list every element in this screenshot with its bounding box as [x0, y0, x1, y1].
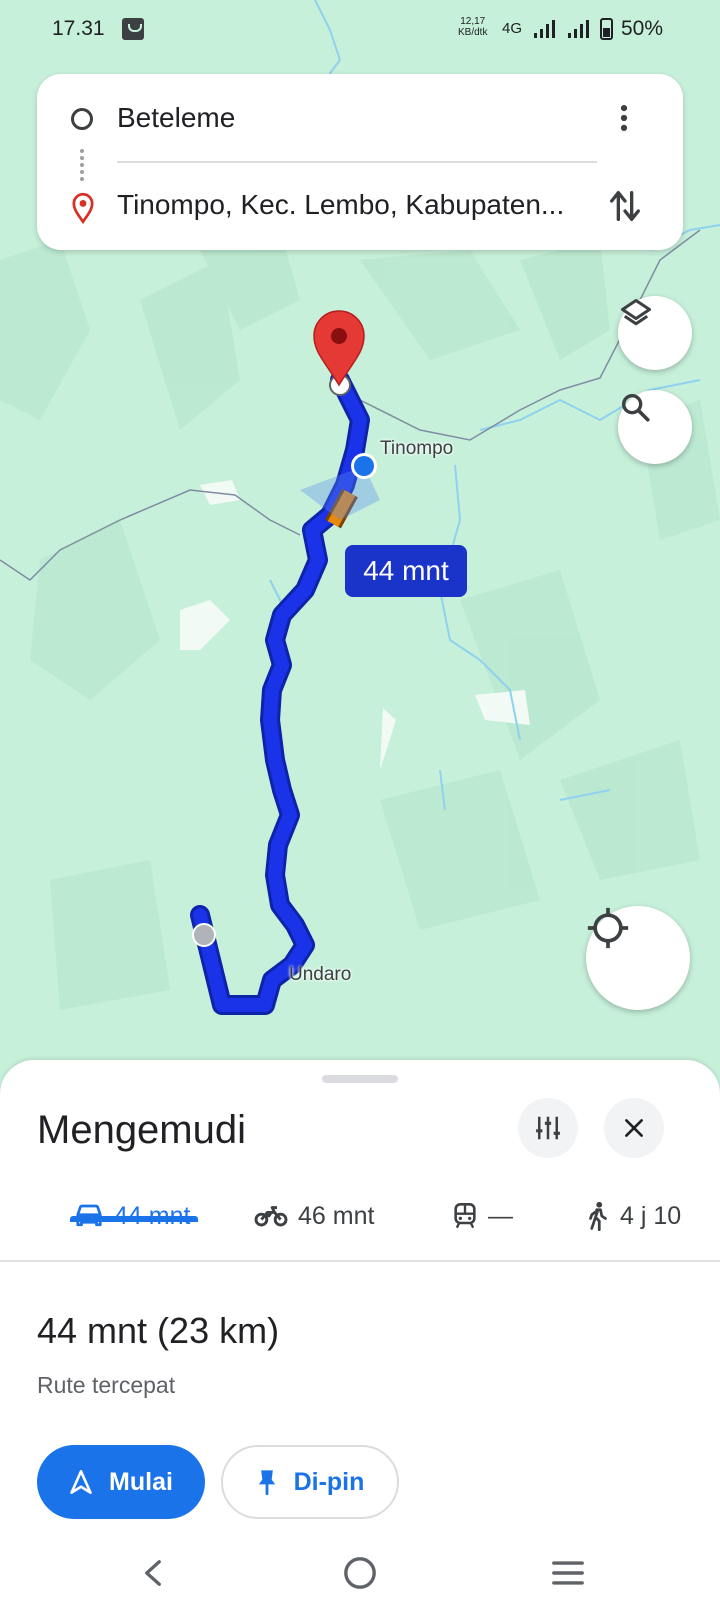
route-options-button[interactable] — [518, 1098, 578, 1158]
close-button[interactable] — [604, 1098, 664, 1158]
route-summary: 44 mnt (23 km) — [37, 1310, 280, 1351]
tab-transit[interactable]: — — [452, 1198, 513, 1234]
tab-walking[interactable]: 4 j 10 — [586, 1198, 681, 1234]
walk-icon — [589, 1201, 607, 1231]
recents-button[interactable] — [543, 1548, 593, 1598]
origin-circle-icon — [71, 108, 93, 130]
place-label-tinompo: Tinompo — [380, 438, 454, 459]
active-tab-indicator — [70, 1216, 198, 1222]
signal-icon — [568, 20, 589, 38]
swap-vert-icon[interactable] — [605, 184, 645, 228]
pin-icon — [258, 1470, 275, 1496]
tab-motorcycle[interactable]: 46 mnt — [254, 1198, 374, 1234]
tune-icon — [536, 1116, 560, 1140]
divider — [117, 161, 597, 163]
home-circle-icon — [344, 1557, 376, 1589]
network-speed: 12,17 KB/dtk — [458, 16, 488, 38]
destination-field[interactable]: Tinompo, Kec. Lembo, Kabupaten... — [117, 189, 597, 221]
drag-handle[interactable] — [322, 1075, 398, 1083]
layers-button[interactable] — [618, 296, 692, 370]
back-icon — [145, 1560, 161, 1586]
crosshair-icon — [587, 907, 629, 949]
navigation-arrow-icon — [70, 1470, 92, 1494]
route-search-card: Beteleme Tinompo, Kec. Lembo, Kabupaten.… — [37, 74, 683, 250]
battery-percent: 50% — [621, 17, 664, 40]
network-type: 4G — [502, 20, 523, 37]
home-button[interactable] — [335, 1548, 385, 1598]
origin-marker — [192, 923, 216, 947]
motorcycle-icon — [254, 1206, 288, 1227]
route-eta-label[interactable]: 44 mnt — [345, 545, 467, 597]
my-location-button[interactable] — [586, 906, 690, 1010]
status-bar: 17.31 12,17 KB/dtk 4G 50% — [0, 0, 720, 62]
back-button[interactable] — [128, 1548, 178, 1598]
current-location-dot — [354, 456, 374, 476]
origin-field[interactable]: Beteleme — [117, 102, 235, 134]
status-time: 17.31 — [52, 17, 105, 40]
shopping-bag-icon — [122, 18, 144, 40]
map-search-button[interactable] — [618, 390, 692, 464]
sheet-title: Mengemudi — [37, 1108, 247, 1152]
directions-sheet: Mengemudi 44 mnt — [0, 1060, 720, 1612]
route-subtitle: Rute tercepat — [37, 1372, 176, 1398]
signal-icon — [534, 20, 555, 38]
pin-button[interactable]: Di-pin — [221, 1445, 399, 1519]
start-button[interactable]: Mulai — [37, 1445, 205, 1519]
close-icon — [625, 1119, 643, 1137]
destination-pin-icon — [313, 310, 365, 387]
system-nav-bar — [0, 1540, 720, 1612]
location-pin-icon — [72, 192, 94, 224]
route-dots — [80, 149, 84, 181]
search-icon — [621, 393, 650, 422]
place-label-undaro: Undaro — [289, 964, 352, 985]
battery-icon — [600, 18, 613, 40]
transit-icon — [454, 1203, 476, 1229]
menu-icon — [552, 1561, 584, 1585]
more-vert-icon[interactable] — [607, 98, 641, 138]
layers-icon — [621, 299, 651, 326]
